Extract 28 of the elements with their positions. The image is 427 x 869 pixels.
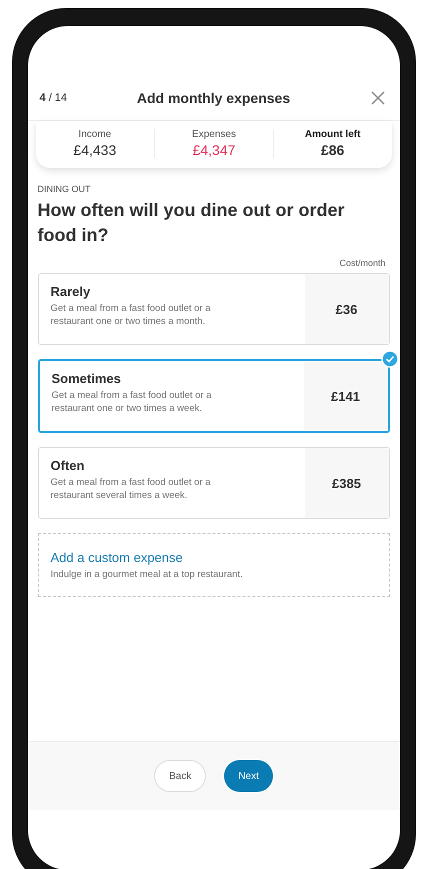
custom-expense-description: Indulge in a gourmet meal at a top restaurant. bbox=[50, 569, 244, 580]
option-cost: £385 bbox=[304, 448, 388, 518]
summary-label: Expenses bbox=[192, 129, 236, 140]
category-label: DINING OUT bbox=[38, 184, 92, 194]
option-description: Get a meal from a fast food outlet or a restaurant one or two times a month. bbox=[50, 302, 212, 328]
option-title: Sometimes bbox=[52, 371, 122, 386]
option-description: Get a meal from a fast food outlet or a restaurant several times a week. bbox=[50, 476, 212, 502]
question-title: How often will you dine out or order food in? bbox=[38, 199, 346, 247]
option-description: Get a meal from a fast food outlet or a restaurant one or two times a week. bbox=[52, 389, 212, 415]
close-icon bbox=[370, 90, 386, 106]
option-card[interactable]: Sometimes Get a meal from a fast food outlet or a restaurant one or two times a week. £141 bbox=[38, 359, 390, 433]
option-title: Often bbox=[50, 458, 86, 473]
next-button[interactable]: Next bbox=[224, 760, 273, 792]
summary-value: £86 bbox=[320, 142, 344, 158]
option-card[interactable]: Rarely Get a meal from a fast food outlet or a restaurant one or two times a month. £36 bbox=[38, 273, 390, 345]
column-label: Cost/month bbox=[339, 258, 386, 268]
option-cost: £36 bbox=[304, 274, 388, 344]
add-custom-expense-link[interactable]: Add a custom expense bbox=[50, 550, 376, 565]
option-card[interactable]: Often Get a meal from a fast food outlet or a restaurant several times a week. £385 bbox=[38, 447, 390, 519]
back-button[interactable]: Back bbox=[154, 760, 206, 792]
option-cost: £141 bbox=[304, 361, 388, 431]
summary-label: Income bbox=[78, 129, 112, 140]
summary-label: Amount left bbox=[304, 129, 360, 140]
summary-value: £4,433 bbox=[73, 142, 116, 158]
step-counter: 4 / 14 bbox=[40, 92, 68, 104]
summary-value: £4,347 bbox=[192, 142, 236, 158]
screen-title: Add monthly expenses bbox=[136, 90, 292, 106]
option-title: Rarely bbox=[50, 284, 92, 299]
